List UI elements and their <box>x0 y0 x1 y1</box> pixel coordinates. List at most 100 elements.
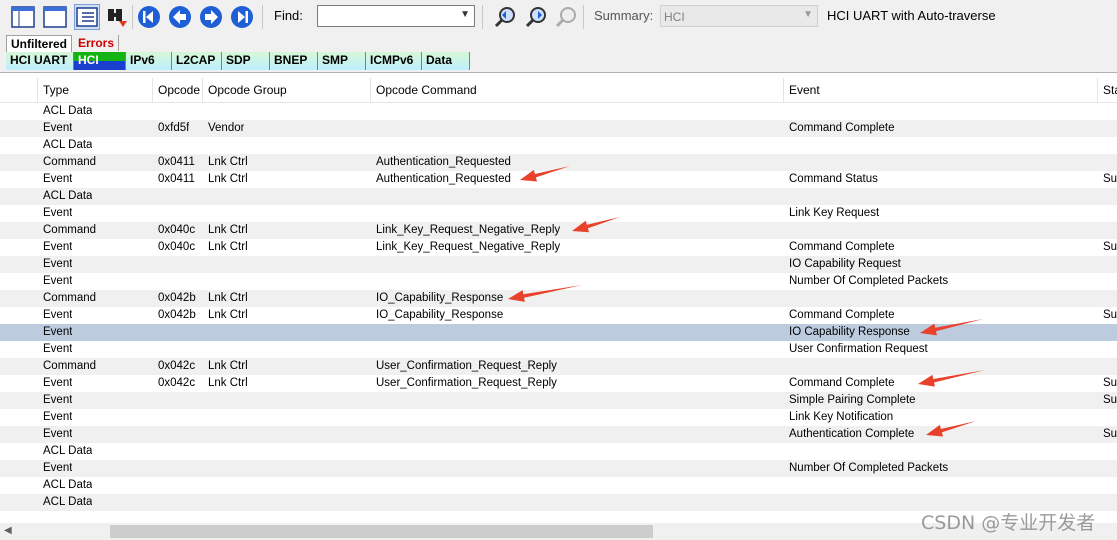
column-header-opcode-group[interactable]: Opcode Group <box>203 78 371 102</box>
table-row[interactable]: Event 0x0411 Lnk Ctrl Authentication_Reques… <box>0 171 1117 188</box>
window-icon[interactable] <box>42 4 68 30</box>
summary-description: HCI UART with Auto-traverse <box>827 8 996 23</box>
cell-opcode: 0xfd5f <box>158 122 190 134</box>
binoculars-filter-icon[interactable] <box>104 4 130 30</box>
filter-tabs: Unfiltered Errors <box>0 34 1117 52</box>
table-row[interactable]: Event IO Capability Request <box>0 256 1117 273</box>
column-header-opcode[interactable]: Opcode <box>153 78 203 102</box>
table-row[interactable]: Event Number Of Completed Packets <box>0 460 1117 477</box>
cell-type: Command <box>43 156 97 168</box>
scroll-left-icon[interactable]: ◀ <box>4 525 12 536</box>
cell-type: Command <box>43 360 97 372</box>
cell-type: Event <box>43 428 73 440</box>
tab-icmpv6[interactable]: ICMPv6 <box>366 52 422 70</box>
table-row[interactable]: ACL Data <box>0 137 1117 154</box>
table-row[interactable]: Event Authentication Complete Su <box>0 426 1117 443</box>
cell-event: Command Status <box>789 173 878 185</box>
table-row[interactable]: Event Number Of Completed Packets <box>0 273 1117 290</box>
cell-type: Command <box>43 224 97 236</box>
previous-packet-icon[interactable] <box>167 4 193 30</box>
cell-status: Su <box>1103 428 1117 440</box>
tab-bnep[interactable]: BNEP <box>270 52 318 70</box>
table-row[interactable]: Event 0x042b Lnk Ctrl IO_Capability_Respons… <box>0 307 1117 324</box>
cell-opcode: 0x040c <box>158 224 196 236</box>
find-combobox[interactable]: ▼ <box>317 5 475 27</box>
table-row[interactable]: Command 0x042b Lnk Ctrl IO_Capability_Respo… <box>0 290 1117 307</box>
find-input[interactable] <box>321 7 465 27</box>
table-row[interactable]: Command 0x040c Lnk Ctrl Link_Key_Request_Ne… <box>0 222 1117 239</box>
cell-opcode-group: Lnk Ctrl <box>208 156 248 168</box>
column-header-status[interactable]: Sta <box>1098 78 1117 102</box>
cell-status: Su <box>1103 173 1117 185</box>
table-row[interactable]: Event Link Key Notification <box>0 409 1117 426</box>
tab-label: L2CAP <box>176 53 216 67</box>
tab-label: SDP <box>226 53 251 67</box>
first-packet-icon[interactable] <box>136 4 162 30</box>
tab-smp[interactable]: SMP <box>318 52 366 70</box>
cell-opcode: 0x042b <box>158 309 196 321</box>
cell-type: Event <box>43 377 73 389</box>
find-previous-icon[interactable] <box>492 4 518 30</box>
table-row[interactable]: ACL Data <box>0 103 1117 120</box>
cell-type: ACL Data <box>43 496 93 508</box>
table-row[interactable]: Event Link Key Request <box>0 205 1117 222</box>
tab-label: BNEP <box>274 53 308 67</box>
last-packet-icon[interactable] <box>229 4 255 30</box>
protocol-tabs: HCI UART HCI IPv6 L2CAP SDP BNEP SMP ICM… <box>0 52 1117 73</box>
tab-hci-uart[interactable]: HCI UART <box>6 52 74 70</box>
cell-opcode-group: Lnk Ctrl <box>208 292 248 304</box>
tab-hci[interactable]: HCI <box>74 52 126 70</box>
cell-status: Su <box>1103 309 1117 321</box>
cell-opcode-command: Authentication_Requested <box>376 173 511 185</box>
cell-type: Event <box>43 309 73 321</box>
find-next-icon[interactable] <box>523 4 549 30</box>
cell-type: Event <box>43 275 73 287</box>
cell-type: Event <box>43 122 73 134</box>
cell-type: Event <box>43 411 73 423</box>
column-header-event[interactable]: Event <box>784 78 1098 102</box>
cell-event: Link Key Notification <box>789 411 894 423</box>
scrollbar-thumb[interactable] <box>110 525 653 538</box>
summary-select-value: HCI <box>664 10 685 24</box>
table-row[interactable]: Command 0x0411 Lnk Ctrl Authentication_Requ… <box>0 154 1117 171</box>
tab-data[interactable]: Data <box>422 52 470 70</box>
tab-errors[interactable]: Errors <box>74 35 120 51</box>
chevron-down-icon[interactable]: ▼ <box>460 9 470 20</box>
cell-opcode-command: User_Confirmation_Request_Reply <box>376 360 557 372</box>
cell-opcode-command: IO_Capability_Response <box>376 292 504 304</box>
next-packet-icon[interactable] <box>198 4 224 30</box>
table-row[interactable]: Event 0xfd5f Vendor Command Complete <box>0 120 1117 137</box>
find-clear-icon[interactable] <box>553 4 579 30</box>
cell-event: Command Complete <box>789 377 895 389</box>
detail-list-icon[interactable] <box>74 4 100 30</box>
view-panes-icon[interactable] <box>10 4 36 30</box>
table-row[interactable]: Event 0x042c Lnk Ctrl User_Confirmation_Req… <box>0 375 1117 392</box>
table-row[interactable]: Event 0x040c Lnk Ctrl Link_Key_Request_Nega… <box>0 239 1117 256</box>
cell-type: ACL Data <box>43 105 93 117</box>
table-row[interactable]: ACL Data <box>0 443 1117 460</box>
tab-ipv6[interactable]: IPv6 <box>126 52 172 70</box>
tab-sdp[interactable]: SDP <box>222 52 270 70</box>
cell-opcode: 0x040c <box>158 241 196 253</box>
table-row[interactable]: ACL Data <box>0 477 1117 494</box>
column-header-type[interactable]: Type <box>38 78 153 102</box>
column-header-index[interactable] <box>0 78 38 102</box>
summary-select[interactable]: HCI ▼ <box>660 5 818 27</box>
tab-unfiltered[interactable]: Unfiltered <box>6 35 73 52</box>
toolbar: Find: ▼ Summary: HCI ▼ HCI UART with Aut… <box>0 0 1117 35</box>
chevron-down-icon[interactable]: ▼ <box>803 9 813 20</box>
cell-opcode-command: Link_Key_Request_Negative_Reply <box>376 241 561 253</box>
cell-type: Event <box>43 343 73 355</box>
table-row-selected[interactable]: Event IO Capability Response <box>0 324 1117 341</box>
table-row[interactable]: Event User Confirmation Request <box>0 341 1117 358</box>
column-header-opcode-command[interactable]: Opcode Command <box>371 78 784 102</box>
tab-l2cap[interactable]: L2CAP <box>172 52 222 70</box>
table-row[interactable]: ACL Data <box>0 188 1117 205</box>
cell-opcode-command: IO_Capability_Response <box>376 309 504 321</box>
watermark: CSDN @专业开发者 <box>921 512 1096 534</box>
cell-opcode-group: Lnk Ctrl <box>208 224 248 236</box>
table-row[interactable]: Event Simple Pairing Complete Su <box>0 392 1117 409</box>
cell-opcode: 0x042b <box>158 292 196 304</box>
cell-event: Authentication Complete <box>789 428 915 440</box>
table-row[interactable]: Command 0x042c Lnk Ctrl User_Confirmation_R… <box>0 358 1117 375</box>
